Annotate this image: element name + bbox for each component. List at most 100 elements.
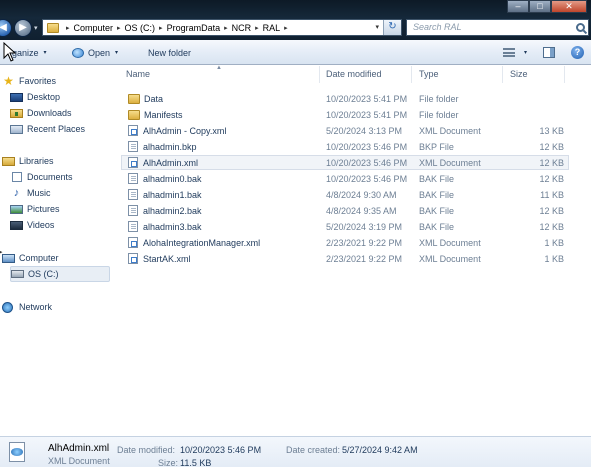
file-row-alhadmin2-bak[interactable]: alhadmin2.bak 4/8/2024 9:35 AM BAK File … xyxy=(122,203,568,218)
recent-pages-dropdown[interactable]: ▾ xyxy=(34,24,38,32)
nav-network[interactable]: Network xyxy=(2,299,110,315)
new-folder-label: New folder xyxy=(148,47,192,58)
column-divider[interactable] xyxy=(564,66,565,83)
file-size-cell: 13 KB xyxy=(539,125,564,136)
nav-item-documents[interactable]: Documents xyxy=(10,169,110,185)
column-divider[interactable] xyxy=(319,66,320,83)
nav-item-label: Documents xyxy=(27,172,73,182)
file-row-alhadmin-xml[interactable]: AlhAdmin.xml 10/20/2023 5:46 PM XML Docu… xyxy=(121,155,569,170)
nav-item-music[interactable]: ♪ Music xyxy=(10,185,110,201)
file-row-alohaintegrationmanager-xml[interactable]: AlohaIntegrationManager.xml 2/23/2021 9:… xyxy=(122,235,568,250)
nav-item-videos[interactable]: Videos xyxy=(10,217,110,233)
file-row-startak-xml[interactable]: StartAK.xml 2/23/2021 9:22 PM XML Docume… xyxy=(122,251,568,266)
nav-libraries[interactable]: Libraries xyxy=(2,153,110,169)
nav-item-label: Videos xyxy=(27,220,55,230)
column-header-size[interactable]: Size xyxy=(510,69,528,79)
file-type-cell: File folder xyxy=(419,93,459,104)
file-name-cell: alhadmin3.bak xyxy=(128,221,202,232)
close-button[interactable]: ✕ xyxy=(551,0,587,13)
search-input[interactable]: Search RAL xyxy=(406,19,589,36)
forward-button[interactable]: ▶ xyxy=(14,19,32,37)
change-view-button[interactable]: ▾ xyxy=(502,48,527,57)
chevron-down-icon: ▾ xyxy=(115,50,119,56)
open-button[interactable]: Open ▾ xyxy=(72,40,118,65)
folder-icon xyxy=(128,109,140,120)
file-name-cell: alhadmin0.bak xyxy=(128,173,202,184)
file-name-cell: Manifests xyxy=(128,109,183,120)
preview-pane-icon[interactable] xyxy=(543,47,555,58)
file-date-cell: 10/20/2023 5:41 PM xyxy=(326,109,408,120)
column-header-date-modified[interactable]: Date modified xyxy=(326,69,382,79)
file-row-data[interactable]: Data 10/20/2023 5:41 PM File folder xyxy=(122,91,568,106)
details-modified-value: 10/20/2023 5:46 PM xyxy=(180,445,262,455)
breadcrumb-computer[interactable]: Computer xyxy=(74,23,114,33)
back-button[interactable]: ◀ xyxy=(0,19,12,37)
network-icon xyxy=(2,301,13,313)
breadcrumb-separator[interactable]: ▸ xyxy=(224,24,228,32)
chevron-down-icon: ▾ xyxy=(523,50,527,56)
nav-item-os-c[interactable]: OS (C:) xyxy=(10,266,110,282)
new-folder-button[interactable]: New folder xyxy=(148,40,191,65)
file-row-manifests[interactable]: Manifests 10/20/2023 5:41 PM File folder xyxy=(122,107,568,122)
column-divider[interactable] xyxy=(502,66,503,83)
details-modified-label: Date modified: xyxy=(117,445,176,455)
file-name: alhadmin2.bak xyxy=(143,205,202,216)
nav-item-downloads[interactable]: Downloads xyxy=(10,105,110,121)
breadcrumb-separator[interactable]: ▸ xyxy=(66,24,70,32)
minimize-button[interactable]: – xyxy=(507,0,529,13)
nav-item-recent-places[interactable]: Recent Places xyxy=(10,121,110,137)
breadcrumb-os-c[interactable]: OS (C:) xyxy=(125,23,156,33)
star-icon: ★ xyxy=(3,73,14,88)
drive-icon xyxy=(11,270,24,278)
window-controls: – □ ✕ xyxy=(507,0,587,14)
file-size-cell: 12 KB xyxy=(539,141,564,152)
file-row-alhadmin0-bak[interactable]: alhadmin0.bak 10/20/2023 5:46 PM BAK Fil… xyxy=(122,171,568,186)
pictures-icon xyxy=(10,204,23,214)
breadcrumb-separator[interactable]: ▸ xyxy=(117,24,121,32)
help-icon[interactable]: ? xyxy=(571,46,584,59)
breadcrumb-ncr[interactable]: NCR xyxy=(232,23,252,33)
file-type-cell: BAK File xyxy=(419,173,455,184)
column-divider[interactable] xyxy=(411,66,412,83)
bak-file-icon xyxy=(128,141,138,152)
column-header-name[interactable]: Name xyxy=(126,69,150,79)
file-type-cell: BAK File xyxy=(419,205,455,216)
file-name: Data xyxy=(144,93,164,104)
file-row-alhadmin1-bak[interactable]: alhadmin1.bak 4/8/2024 9:30 AM BAK File … xyxy=(122,187,568,202)
breadcrumb-separator[interactable]: ▸ xyxy=(284,24,288,32)
search-icon[interactable] xyxy=(576,23,585,32)
file-name-cell: AlhAdmin.xml xyxy=(128,157,198,168)
breadcrumb-ral[interactable]: RAL xyxy=(263,23,281,33)
nav-favorites-label: Favorites xyxy=(19,76,57,86)
breadcrumb-programdata[interactable]: ProgramData xyxy=(167,23,221,33)
file-list-pane: Name ▲ Date modified Type Size Data 10/2… xyxy=(112,65,591,436)
file-row-alhadmin3-bak[interactable]: alhadmin3.bak 5/20/2024 3:19 PM BAK File… xyxy=(122,219,568,234)
file-size-cell: 1 KB xyxy=(544,237,564,248)
file-type-cell: XML Document xyxy=(419,157,481,168)
views-icon xyxy=(502,48,515,57)
file-type-cell: XML Document xyxy=(419,125,481,136)
computer-icon xyxy=(2,253,15,263)
nav-computer[interactable]: Computer xyxy=(2,250,110,266)
address-bar[interactable]: ▸ Computer ▸ OS (C:) ▸ ProgramData ▸ NCR… xyxy=(42,19,402,36)
maximize-button[interactable]: □ xyxy=(529,0,551,13)
file-type-cell: BAK File xyxy=(419,189,455,200)
file-row-alhadmin-bkp[interactable]: alhadmin.bkp 10/20/2023 5:46 PM BKP File… xyxy=(122,139,568,154)
file-row-alhadmin-copy-xml[interactable]: AlhAdmin - Copy.xml 5/20/2024 3:13 PM XM… xyxy=(122,123,568,138)
xml-file-icon xyxy=(128,253,138,264)
nav-item-label: Recent Places xyxy=(27,124,86,134)
file-type-cell: File folder xyxy=(419,109,459,120)
nav-item-desktop[interactable]: Desktop xyxy=(10,89,110,105)
file-date-cell: 10/20/2023 5:41 PM xyxy=(326,93,408,104)
address-history-dropdown[interactable]: ▾ xyxy=(375,23,379,31)
column-headers: Name ▲ Date modified Type Size xyxy=(112,65,591,84)
breadcrumb-separator[interactable]: ▸ xyxy=(255,24,259,32)
bak-file-icon xyxy=(128,189,138,200)
nav-item-pictures[interactable]: Pictures xyxy=(10,201,110,217)
breadcrumb-separator[interactable]: ▸ xyxy=(159,24,163,32)
recent-places-icon xyxy=(10,124,23,134)
nav-favorites[interactable]: ★ Favorites xyxy=(2,73,110,89)
refresh-button[interactable]: ↻ xyxy=(383,20,401,35)
details-size-value: 11.5 KB xyxy=(180,458,212,467)
column-header-type[interactable]: Type xyxy=(419,69,439,79)
